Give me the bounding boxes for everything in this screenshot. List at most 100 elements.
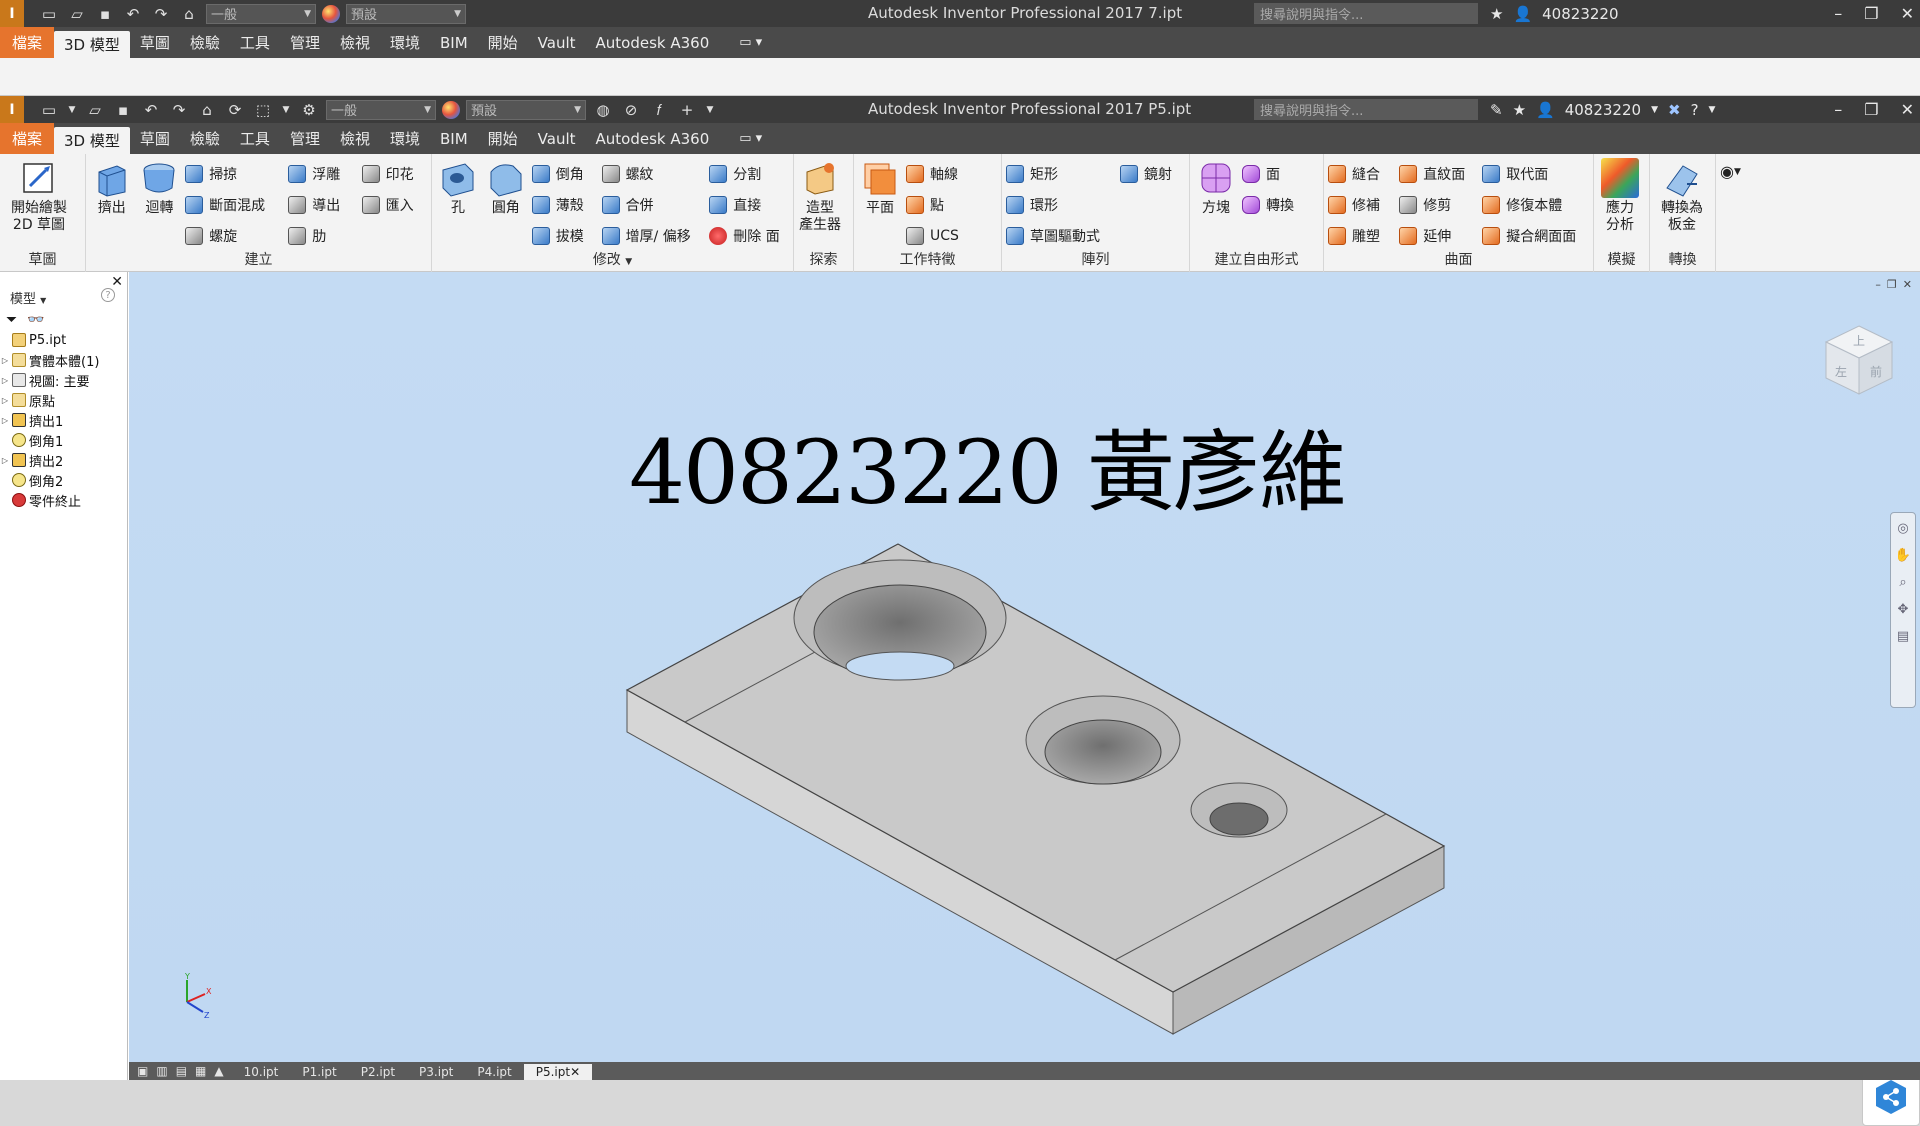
replace-face-button[interactable]: 取代面: [1482, 160, 1589, 187]
extend-button[interactable]: 延伸: [1399, 222, 1478, 249]
tree-item[interactable]: 倒角2: [0, 470, 128, 490]
rectangular-pattern-button[interactable]: 矩形: [1006, 160, 1116, 187]
inventor-logo[interactable]: I: [0, 0, 24, 27]
shell-button[interactable]: 薄殼: [531, 191, 598, 218]
stress-analysis-button[interactable]: 應力 分析: [1598, 158, 1642, 234]
appearance-sphere-icon[interactable]: [442, 100, 460, 119]
circular-pattern-button[interactable]: 環形: [1006, 191, 1116, 218]
star-icon[interactable]: ★: [1513, 101, 1526, 119]
redo-icon[interactable]: ↷: [150, 4, 172, 24]
tab-7[interactable]: 環境: [380, 123, 430, 154]
decal-button[interactable]: 印花: [361, 160, 427, 187]
username[interactable]: 40823220: [1565, 101, 1641, 119]
repair-bodies-button[interactable]: 修復本體: [1482, 191, 1589, 218]
communication-center-icon[interactable]: ✎: [1490, 101, 1503, 119]
tab-1[interactable]: 3D 模型: [54, 127, 130, 154]
style-select[interactable]: 一般 ▼: [326, 99, 436, 120]
adjust-appearance-icon[interactable]: ◍: [592, 100, 614, 120]
tab-8[interactable]: BIM: [430, 123, 478, 154]
orbit-icon[interactable]: ✥: [1898, 602, 1909, 617]
tab-2[interactable]: 草圖: [130, 123, 180, 154]
close-icon[interactable]: ✕: [1901, 100, 1914, 119]
thread-button[interactable]: 螺紋: [601, 160, 706, 187]
point-button[interactable]: 點: [906, 191, 996, 218]
new-file-icon[interactable]: ▭: [38, 100, 60, 120]
ruled-surface-button[interactable]: 直紋面: [1399, 160, 1478, 187]
ghost-tab-3[interactable]: 檢驗: [180, 27, 230, 58]
user-icon[interactable]: 👤: [1536, 101, 1555, 119]
restore-icon[interactable]: ❐: [1864, 4, 1878, 23]
chevron-down-icon[interactable]: ▼: [1709, 105, 1716, 115]
help-icon[interactable]: ?: [1691, 101, 1699, 119]
revolve-button[interactable]: 迴轉: [138, 158, 182, 249]
document-tab[interactable]: P4.ipt: [465, 1064, 523, 1080]
tree-item[interactable]: ▷ 實體本體(1): [0, 350, 128, 370]
ghost-tab-1[interactable]: 3D 模型: [54, 31, 130, 58]
axis-button[interactable]: 軸線: [906, 160, 996, 187]
ghost-tab-9[interactable]: 開始: [478, 27, 528, 58]
document-tab[interactable]: 10.ipt: [232, 1064, 291, 1080]
derive-button[interactable]: 導出: [288, 191, 357, 218]
ghost-style-select[interactable]: 一般 ▼: [206, 3, 316, 24]
ribbon-options-button[interactable]: ◉ ▼: [1720, 158, 1772, 185]
zoom-icon[interactable]: ⌕: [1899, 575, 1906, 590]
save-icon[interactable]: ▪: [112, 100, 134, 120]
redo-icon[interactable]: ↷: [168, 100, 190, 120]
tab-4[interactable]: 工具: [230, 123, 280, 154]
tree-item[interactable]: ▷ 擠出2: [0, 450, 128, 470]
horizontal-tile-icon[interactable]: ▤: [176, 1064, 187, 1078]
tree-item[interactable]: ▷ 擠出1: [0, 410, 128, 430]
ghost-help-search-input[interactable]: 搜尋說明與指令...: [1254, 3, 1478, 24]
emboss-button[interactable]: 浮雕: [288, 160, 357, 187]
panel-title-modify[interactable]: 修改 ▼: [432, 249, 793, 269]
ucs-button[interactable]: UCS: [906, 222, 996, 249]
close-icon[interactable]: ✕: [1901, 4, 1914, 23]
home-icon[interactable]: ⌂: [196, 100, 218, 120]
minimize-icon[interactable]: –: [1834, 100, 1842, 119]
viewcube[interactable]: 上 左 前: [1820, 320, 1898, 398]
patch-button[interactable]: 修補: [1328, 191, 1395, 218]
document-tab[interactable]: P2.ipt: [349, 1064, 407, 1080]
ghost-tab-5[interactable]: 管理: [280, 27, 330, 58]
ribbon-display-toggle[interactable]: ▭ ▾: [739, 123, 762, 154]
close-icon[interactable]: ✕: [111, 274, 123, 290]
expand-arrow-icon[interactable]: ▷: [0, 396, 10, 405]
delete-face-button[interactable]: 刪除 面: [709, 222, 789, 249]
tab-10[interactable]: Vault: [528, 123, 586, 154]
exchange-icon[interactable]: ✖: [1668, 101, 1681, 119]
import-button[interactable]: 匯入: [361, 191, 427, 218]
function-fx-icon[interactable]: 𝑓: [648, 100, 670, 120]
tree-item[interactable]: ▷ 視圖: 主要: [0, 370, 128, 390]
coil-button[interactable]: 螺旋: [185, 222, 284, 249]
open-file-icon[interactable]: ▱: [66, 4, 88, 24]
expand-arrow-icon[interactable]: ▷: [0, 416, 10, 425]
chevron-up-icon[interactable]: ▲: [214, 1064, 223, 1078]
ghost-tab-2[interactable]: 草圖: [130, 27, 180, 58]
document-tab[interactable]: P3.ipt: [407, 1064, 465, 1080]
inventor-logo[interactable]: I: [0, 96, 24, 123]
ghost-tab-7[interactable]: 環境: [380, 27, 430, 58]
expand-arrow-icon[interactable]: ▷: [0, 376, 10, 385]
binoculars-icon[interactable]: 👓: [27, 312, 44, 328]
extrude-button[interactable]: 擠出: [90, 158, 134, 249]
cascade-icon[interactable]: ▣: [137, 1064, 148, 1078]
direct-edit-button[interactable]: 直接: [709, 191, 789, 218]
ghost-appearance-sphere-icon[interactable]: [322, 4, 340, 23]
clear-appearance-icon[interactable]: ⊘: [620, 100, 642, 120]
help-search-input[interactable]: 搜尋說明與指令...: [1254, 99, 1478, 120]
minimize-icon[interactable]: –: [1834, 4, 1842, 23]
restore-icon[interactable]: ❐: [1864, 100, 1878, 119]
update-icon[interactable]: ⟳: [224, 100, 246, 120]
part-model[interactable]: [129, 272, 1920, 1062]
close-icon[interactable]: ✕: [570, 1065, 580, 1079]
chamfer-button[interactable]: 倒角: [531, 160, 598, 187]
vertical-tile-icon[interactable]: ▦: [195, 1064, 206, 1078]
settings-icon[interactable]: ⚙: [298, 100, 320, 120]
tab-11[interactable]: Autodesk A360: [586, 123, 720, 154]
tab-9[interactable]: 開始: [478, 123, 528, 154]
tab-5[interactable]: 管理: [280, 123, 330, 154]
chevron-down-icon[interactable]: ▼: [66, 100, 78, 120]
new-file-icon[interactable]: ▭: [38, 4, 60, 24]
convert-to-sheet-metal-button[interactable]: 轉換為 板金: [1654, 158, 1710, 234]
freeform-convert-button[interactable]: 轉換: [1242, 191, 1308, 218]
